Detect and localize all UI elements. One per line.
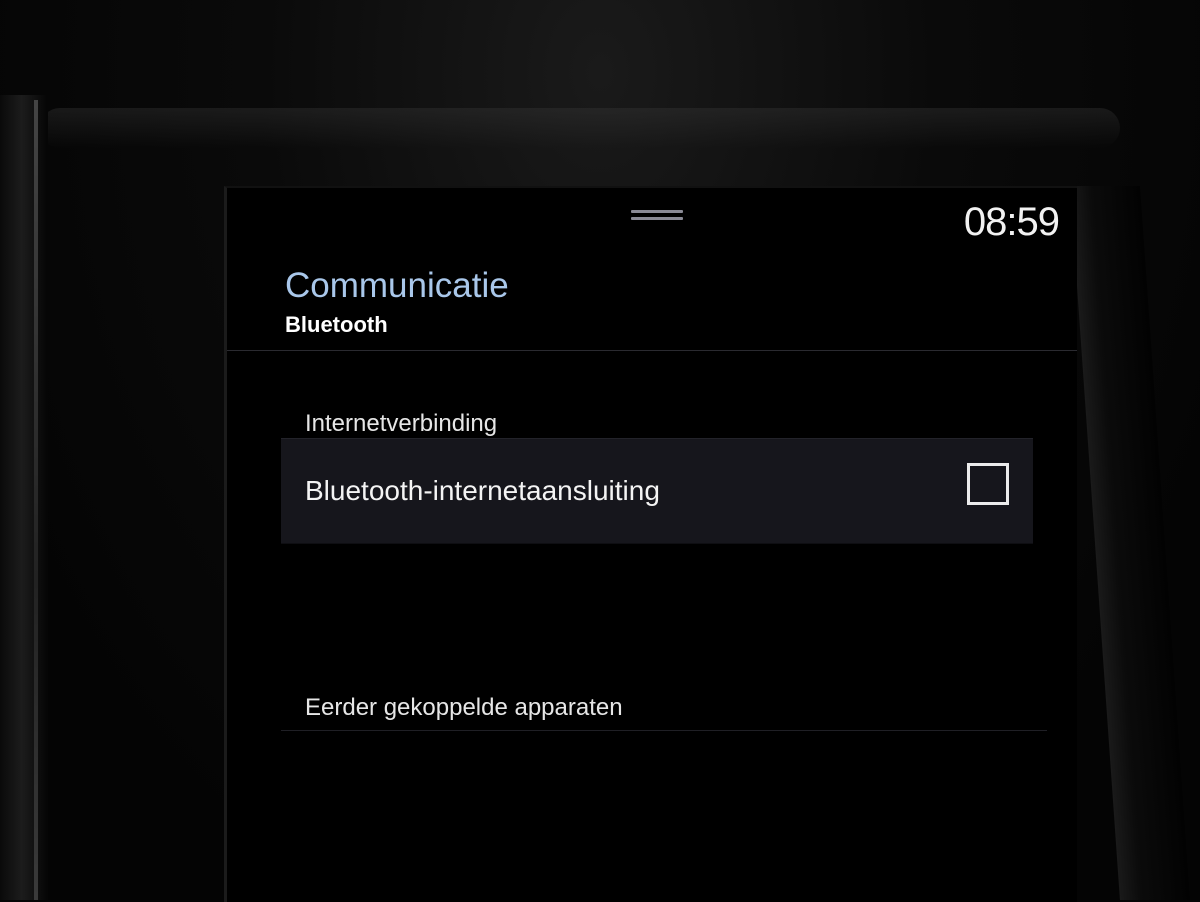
status-clock: 08:59	[963, 200, 1060, 244]
page-title: Communicatie	[285, 266, 509, 305]
infotainment-screen: 08:59 Communicatie Bluetooth Internetver…	[224, 186, 1077, 902]
page-subtitle: Bluetooth	[285, 312, 388, 337]
paired-divider	[281, 730, 1047, 731]
bluetooth-internet-row[interactable]: Bluetooth-internetaansluiting	[281, 438, 1033, 544]
bezel-left-edge	[0, 95, 48, 900]
bezel-left-trim	[34, 100, 38, 900]
setting-row-label: Bluetooth-internetaansluiting	[305, 475, 660, 506]
checkbox-unchecked-icon[interactable]	[967, 463, 1009, 505]
section-label-internet: Internetverbinding	[305, 410, 498, 437]
bezel-glare	[40, 108, 1120, 148]
header-divider	[227, 350, 1077, 351]
section-label-paired-devices: Eerder gekoppelde apparaten	[305, 694, 623, 721]
drag-handle-icon[interactable]	[631, 210, 683, 224]
